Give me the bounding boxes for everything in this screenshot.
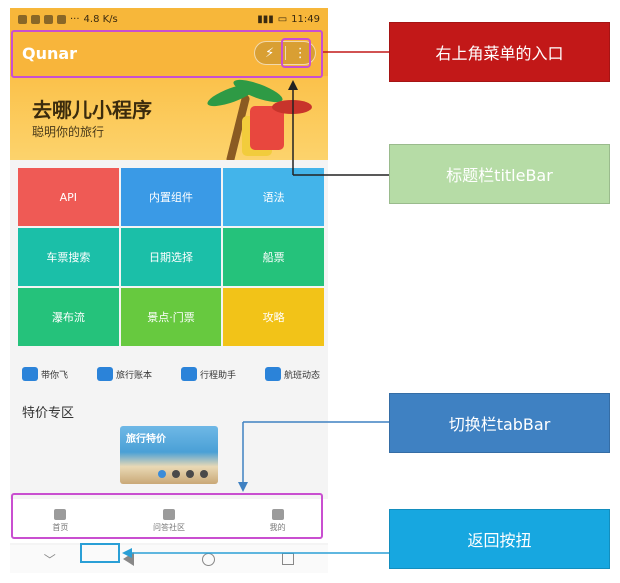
menu-entry-highlight: [281, 38, 311, 68]
notification-icon: [44, 14, 53, 24]
system-nav-bar: ﹀: [10, 545, 328, 573]
tab-bar-highlight: [11, 493, 323, 539]
battery-icon: ▭: [277, 13, 288, 25]
signal-icon: ▮▮▮: [257, 13, 274, 25]
promo-carousel[interactable]: 旅行特价: [120, 426, 218, 484]
grid-item-api[interactable]: API: [18, 168, 119, 226]
feature-grid: API 内置组件 语法 车票搜索 日期选择 船票 瀑布流 景点·门票 攻略: [18, 168, 324, 346]
quick-entry-flight-status[interactable]: 航班动态: [264, 367, 320, 381]
ledger-icon: [96, 367, 113, 381]
recent-apps-icon[interactable]: [282, 553, 295, 565]
grid-item-guide[interactable]: 攻略: [223, 288, 324, 346]
back-button-highlight: [80, 543, 120, 563]
grid-item-ship-ticket[interactable]: 船票: [223, 228, 324, 286]
notification-icon: [31, 14, 40, 24]
notification-icon: [18, 14, 27, 24]
hero-subtitle: 聪明你的旅行: [32, 125, 105, 139]
callout-back-button: 返回按扭: [389, 509, 610, 569]
hero-title: 去哪儿小程序: [32, 98, 152, 122]
carousel-dot[interactable]: [186, 470, 194, 478]
carousel-dot[interactable]: [158, 470, 166, 478]
status-more: ···: [70, 13, 80, 25]
hero-banner[interactable]: 去哪儿小程序 聪明你的旅行: [10, 76, 328, 160]
promo-caption: 旅行特价: [126, 434, 166, 445]
calendar-icon: [180, 367, 197, 381]
title-bar-highlight: [11, 30, 323, 78]
network-speed: 4.8 K/s: [83, 13, 118, 25]
carousel-dot[interactable]: [172, 470, 180, 478]
chevron-down-icon[interactable]: ﹀: [44, 551, 56, 568]
status-bar: ··· 4.8 K/s ▮▮▮ ▭ 11:49: [10, 8, 328, 30]
section-title: 特价专区: [22, 406, 75, 421]
grid-item-date-picker[interactable]: 日期选择: [120, 228, 222, 286]
quick-entry-row: 带你飞 旅行账本 行程助手 航班动态: [18, 362, 324, 386]
flight-icon: [264, 367, 281, 381]
grid-item-components[interactable]: 内置组件: [120, 168, 222, 226]
grid-item-attractions[interactable]: 景点·门票: [120, 288, 222, 346]
carousel-dot[interactable]: [200, 470, 208, 478]
suitcase-illustration: [250, 106, 284, 150]
quick-entry-label: 带你飞: [41, 370, 69, 381]
quick-entry-label: 航班动态: [283, 370, 320, 381]
callout-title-bar: 标题栏titleBar: [389, 144, 610, 204]
grid-item-waterfall[interactable]: 瀑布流: [18, 288, 119, 346]
carousel-indicators: [158, 470, 208, 478]
plane-icon: [22, 367, 38, 381]
back-icon[interactable]: [123, 552, 135, 566]
quick-entry-ledger[interactable]: 旅行账本: [96, 367, 152, 381]
quick-entry-assistant[interactable]: 行程助手: [180, 367, 236, 381]
quick-entry-fly[interactable]: 带你飞: [22, 367, 68, 381]
quick-entry-label: 旅行账本: [115, 370, 152, 381]
phone-screen: ··· 4.8 K/s ▮▮▮ ▭ 11:49 Qunar ⚡ ⋮ 去哪儿小程序…: [10, 8, 328, 573]
grid-item-syntax[interactable]: 语法: [223, 168, 324, 226]
grid-item-ticket-search[interactable]: 车票搜索: [18, 228, 119, 286]
quick-entry-label: 行程助手: [199, 370, 236, 381]
clock: 11:49: [291, 13, 320, 25]
callout-tab-bar: 切换栏tabBar: [389, 393, 610, 453]
callout-menu-entry: 右上角菜单的入口: [389, 22, 610, 82]
hat-illustration: [272, 100, 312, 114]
notification-icon: [57, 14, 66, 24]
home-circle-icon[interactable]: [201, 552, 215, 566]
